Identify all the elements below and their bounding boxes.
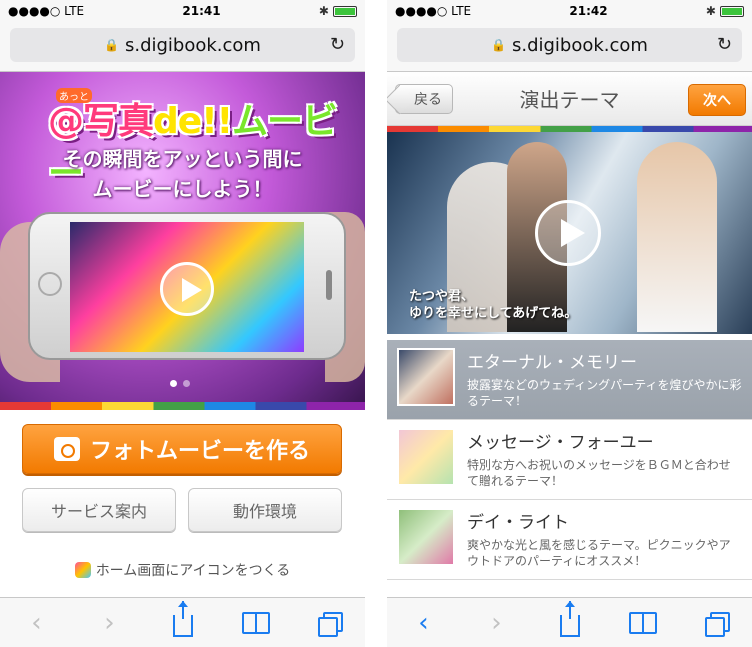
reload-icon[interactable]: ↻ — [330, 34, 345, 55]
theme-description: 特別な方へお祝いのメッセージをＢＧＭと合わせて贈れるテーマ！ — [467, 458, 731, 488]
lock-icon: 🔒 — [491, 38, 506, 52]
theme-name: デイ・ライト — [467, 513, 569, 533]
video-caption: たつや君、 ゆりを幸せにしてあげてね。 — [409, 288, 577, 322]
theme-thumbnail — [397, 428, 455, 486]
rainbow-divider — [0, 402, 365, 410]
pager-dot[interactable] — [170, 380, 177, 387]
bluetooth-icon: ✱ — [705, 4, 716, 18]
home-link-label: ホーム画面にアイコンをつくる — [95, 563, 291, 579]
service-info-button[interactable]: サービス案内 — [22, 488, 176, 532]
back-button-label: 戻る — [414, 92, 442, 108]
tagline-line2: ムービーにしよう！ — [92, 177, 273, 201]
theme-preview-video[interactable]: たつや君、 ゆりを幸せにしてあげてね。 — [387, 132, 752, 334]
make-photo-movie-button[interactable]: フォトムービーを作る — [22, 424, 342, 474]
status-bar: ●●●●○ LTE 21:41 ✱ — [0, 0, 365, 22]
page-title: 演出テーマ — [519, 88, 620, 112]
address-bar: 🔒 s.digibook.com ↻ — [387, 22, 752, 72]
forward-arrow-icon[interactable]: › — [90, 610, 130, 636]
address-bar: 🔒 s.digibook.com ↻ — [0, 22, 365, 72]
url-field[interactable]: 🔒 s.digibook.com ↻ — [10, 28, 355, 62]
battery-icon — [332, 6, 357, 17]
status-time: 21:42 — [569, 4, 608, 18]
list-item[interactable]: エターナル・メモリー 披露宴などのウェディングパーティを煌びやかに彩るテーマ！ — [387, 340, 752, 420]
hero-banner[interactable]: @写真de!!ムービー あっと その瞬間をアッという間に ムービーにしよう！ — [0, 72, 365, 402]
theme-description: 爽やかな光と風を感じるテーマ。ピクニックやアウトドアのパーティにオススメ！ — [467, 538, 731, 568]
theme-name: エターナル・メモリー — [467, 353, 637, 373]
play-icon[interactable] — [535, 200, 601, 266]
signal-indicator: ●●●●○ LTE — [395, 4, 472, 18]
tabs-icon[interactable] — [309, 611, 349, 637]
theme-list: エターナル・メモリー 披露宴などのウェディングパーティを煌びやかに彩るテーマ！ … — [387, 340, 752, 580]
add-home-icon-link[interactable]: ホーム画面にアイコンをつくる — [0, 560, 365, 580]
theme-thumbnail — [397, 348, 455, 406]
caption-line2: ゆりを幸せにしてあげてね。 — [409, 306, 578, 321]
pager-dot[interactable] — [183, 380, 190, 387]
bookmarks-icon[interactable] — [236, 611, 276, 634]
play-icon[interactable] — [160, 262, 214, 316]
list-item[interactable]: デイ・ライト 爽やかな光と風を感じるテーマ。ピクニックやアウトドアのパーティにオ… — [387, 500, 752, 580]
lock-icon: 🔒 — [104, 38, 119, 52]
tabs-icon[interactable] — [696, 611, 736, 637]
carousel-pager[interactable] — [170, 380, 190, 387]
browser-toolbar: ‹ › — [0, 597, 365, 647]
theme-description: 披露宴などのウェディングパーティを煌びやかに彩るテーマ！ — [467, 378, 742, 408]
battery-icon — [719, 6, 744, 17]
app-icon — [74, 562, 91, 578]
logo-small-text: あっと — [56, 88, 92, 103]
back-arrow-icon[interactable]: ‹ — [404, 610, 444, 636]
share-icon[interactable] — [550, 600, 590, 637]
status-bar: ●●●●○ LTE 21:42 ✱ — [387, 0, 752, 22]
next-button[interactable]: 次へ — [688, 84, 746, 116]
logo-de: de!! — [153, 101, 233, 142]
url-text: s.digibook.com — [124, 34, 261, 56]
status-right-icons: ✱ — [319, 4, 357, 18]
make-button-label: フォトムービーを作る — [89, 439, 310, 464]
status-time: 21:41 — [182, 4, 221, 18]
tagline-line1: その瞬間をアッという間に — [62, 147, 303, 171]
list-item[interactable]: メッセージ・フォーユー 特別な方へお祝いのメッセージをＢＧＭと合わせて贈れるテー… — [387, 420, 752, 500]
environment-button[interactable]: 動作環境 — [188, 488, 342, 532]
home-button-image — [38, 272, 62, 296]
forward-arrow-icon[interactable]: › — [477, 610, 517, 636]
signal-indicator: ●●●●○ LTE — [8, 4, 85, 18]
hero-tagline: その瞬間をアッという間に ムービーにしよう！ — [0, 144, 365, 204]
bluetooth-icon: ✱ — [318, 4, 329, 18]
browser-toolbar: ‹ › — [387, 597, 752, 647]
caption-line1: たつや君、 — [409, 289, 475, 304]
reload-icon[interactable]: ↻ — [717, 34, 732, 55]
clapperboard-icon — [53, 437, 80, 461]
theme-thumbnail — [397, 508, 455, 566]
back-button[interactable]: 戻る — [395, 84, 453, 114]
photo-groom — [637, 142, 717, 332]
nav-bar: 戻る 演出テーマ 次へ — [387, 72, 752, 126]
url-text: s.digibook.com — [511, 34, 648, 56]
right-screen: ●●●●○ LTE 21:42 ✱ 🔒 s.digibook.com ↻ 戻る … — [387, 0, 752, 647]
status-right-icons: ✱ — [706, 4, 744, 18]
back-arrow-icon[interactable]: ‹ — [17, 610, 57, 636]
bookmarks-icon[interactable] — [623, 611, 663, 634]
left-screen: ●●●●○ LTE 21:41 ✱ 🔒 s.digibook.com ↻ @写真… — [0, 0, 365, 647]
share-icon[interactable] — [163, 600, 203, 637]
logo-at: @写真 — [48, 101, 154, 142]
speaker-image — [326, 270, 332, 300]
url-field[interactable]: 🔒 s.digibook.com ↻ — [397, 28, 742, 62]
theme-name: メッセージ・フォーユー — [467, 433, 654, 453]
